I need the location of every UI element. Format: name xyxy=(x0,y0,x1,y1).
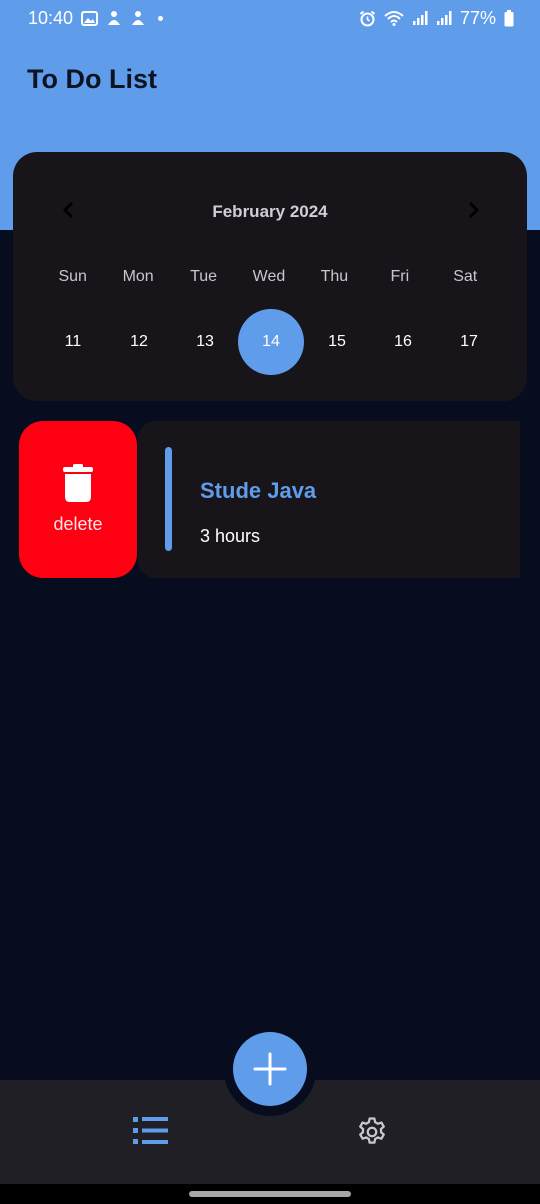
status-bar: 10:40 77% xyxy=(0,0,540,36)
weekday-label: Sun xyxy=(58,268,87,285)
weekday-row: Sun Mon Tue Wed Thu Fri Sat xyxy=(40,268,498,286)
calendar-day-number: 14 xyxy=(238,309,304,375)
calendar-day[interactable]: 13 xyxy=(172,309,238,375)
calendar-day[interactable]: 16 xyxy=(370,309,436,375)
delete-task-button[interactable]: delete xyxy=(19,421,137,578)
add-task-button[interactable] xyxy=(233,1032,307,1106)
calendar-day-number: 13 xyxy=(196,333,214,350)
task-title: Stude Java xyxy=(200,478,317,503)
battery-percent: 77% xyxy=(459,7,496,28)
delete-label: delete xyxy=(53,514,103,534)
calendar-day[interactable]: 17 xyxy=(436,309,502,375)
calendar-day-number: 12 xyxy=(130,333,148,350)
weekday-label: Fri xyxy=(390,268,410,285)
home-gesture-handle[interactable] xyxy=(189,1191,351,1197)
weekday-label: Thu xyxy=(320,268,349,285)
trash-icon xyxy=(63,464,93,502)
page-title: To Do List xyxy=(27,64,157,94)
gear-icon[interactable] xyxy=(355,1115,389,1149)
signal-icon xyxy=(412,11,428,25)
calendar-day-number: 16 xyxy=(394,333,412,350)
calendar-day-selected[interactable]: 14 xyxy=(238,309,304,375)
weekday-label: Mon xyxy=(122,268,154,285)
calendar-day[interactable]: 15 xyxy=(304,309,370,375)
calendar-day[interactable]: 12 xyxy=(106,309,172,375)
gallery-notification-icon xyxy=(81,10,99,26)
status-time: 10:40 xyxy=(28,7,74,28)
app-notification-icon-2 xyxy=(132,11,145,25)
weekday-label: Tue xyxy=(190,268,218,285)
week-calendar: February 2024 Sun Mon Tue Wed Thu Fri Sa… xyxy=(13,152,527,401)
wifi-icon xyxy=(384,11,404,26)
battery-icon xyxy=(504,9,514,26)
app-notification-icon xyxy=(108,11,121,25)
plus-icon xyxy=(253,1052,287,1086)
calendar-day-number: 15 xyxy=(328,333,346,350)
signal-icon-2 xyxy=(436,11,452,25)
calendar-month-label: February 2024 xyxy=(212,202,328,221)
calendar-day-number: 17 xyxy=(460,333,478,350)
status-right: 77% xyxy=(359,8,514,29)
task-card[interactable]: Stude Java 3 hours xyxy=(138,421,520,578)
alarm-icon xyxy=(359,10,376,26)
weekday-label: Wed xyxy=(252,268,286,285)
task-accent-bar xyxy=(165,447,172,551)
task-duration: 3 hours xyxy=(200,526,261,546)
weekday-label: Sat xyxy=(453,268,478,285)
chevron-right-icon[interactable] xyxy=(463,200,483,220)
calendar-day-number: 11 xyxy=(64,333,82,350)
calendar-day[interactable]: 11 xyxy=(40,309,106,375)
day-row: 11 12 13 14 15 16 17 xyxy=(40,309,498,375)
system-gesture-bar xyxy=(0,1184,540,1204)
list-icon[interactable] xyxy=(133,1116,169,1146)
more-notifications-dot xyxy=(158,15,164,21)
status-left: 10:40 xyxy=(28,7,164,29)
